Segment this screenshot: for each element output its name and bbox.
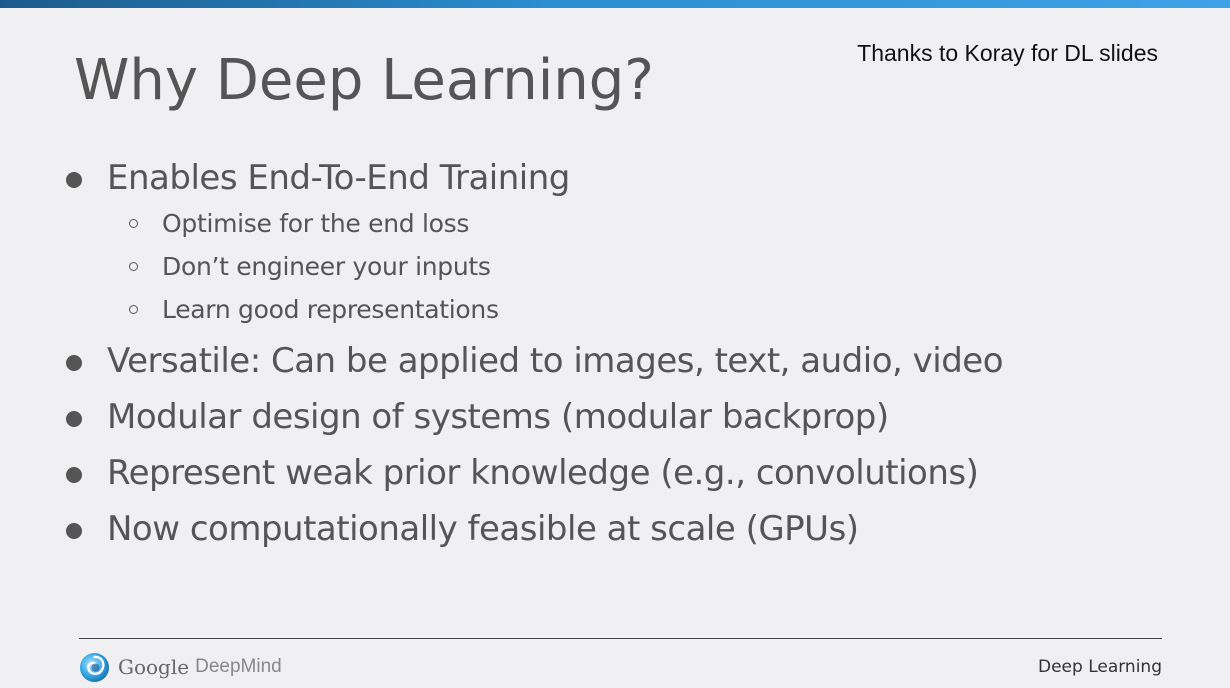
slide-title: Why Deep Learning? [74, 48, 655, 113]
sub-bullet-list: Optimise for the end loss Don’t engineer… [107, 202, 1174, 331]
footer-divider [79, 638, 1162, 639]
bullet-item: Enables End-To-End Training Optimise for… [64, 150, 1174, 331]
bullet-list: Enables End-To-End Training Optimise for… [64, 150, 1174, 557]
sub-bullet-item: Learn good representations [107, 288, 1174, 331]
logo-deepmind-text: DeepMind [195, 656, 282, 677]
sub-bullet-item: Don’t engineer your inputs [107, 245, 1174, 288]
bullet-item: Represent weak prior knowledge (e.g., co… [64, 445, 1174, 501]
bullet-item: Now computationally feasible at scale (G… [64, 501, 1174, 557]
sub-bullet-item: Optimise for the end loss [107, 202, 1174, 245]
bullet-item: Modular design of systems (modular backp… [64, 389, 1174, 445]
credit-note: Thanks to Koray for DL slides [857, 40, 1158, 66]
footer-course-label: Deep Learning [1037, 657, 1162, 677]
slide: Thanks to Koray for DL slides Why Deep L… [0, 0, 1230, 688]
bullet-text: Enables End-To-End Training [107, 158, 570, 198]
deepmind-swirl-icon [79, 652, 110, 682]
google-deepmind-logo: Google DeepMind [79, 650, 282, 684]
logo-google-text: Google [118, 655, 190, 679]
top-accent-bar [0, 0, 1230, 8]
bullet-item: Versatile: Can be applied to images, tex… [64, 333, 1174, 389]
